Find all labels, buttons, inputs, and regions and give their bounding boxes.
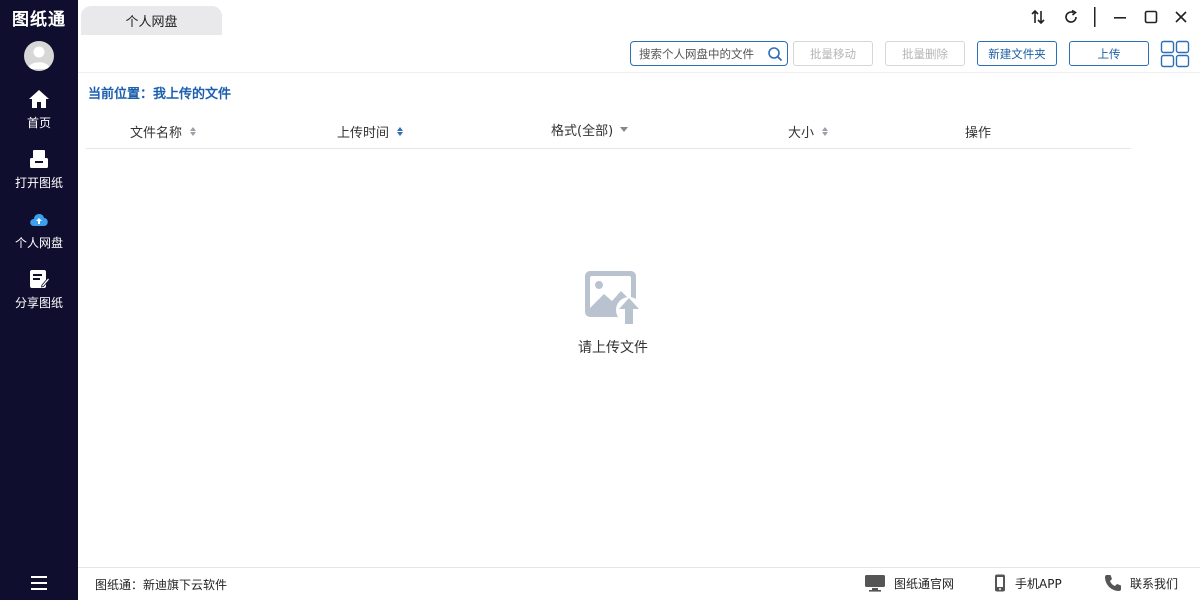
- minimize-icon[interactable]: [1110, 6, 1130, 28]
- open-drawing-icon: [28, 148, 50, 170]
- home-icon: [28, 88, 50, 110]
- breadcrumb-current[interactable]: 我上传的文件: [153, 87, 231, 102]
- footer-brand: 图纸通：新迪旗下云软件: [95, 578, 228, 592]
- telephone-icon: [1104, 574, 1122, 592]
- sort-icon: [190, 126, 197, 137]
- footer-link-label: 手机APP: [1015, 576, 1062, 591]
- breadcrumb-prefix: 当前位置：: [88, 87, 154, 102]
- column-header-actions: 操作: [965, 122, 991, 141]
- refresh-icon[interactable]: [1061, 6, 1081, 28]
- column-label: 上传时间: [337, 126, 390, 141]
- sidebar-item-label: 首页: [26, 115, 51, 130]
- batch-delete-button[interactable]: 批量删除: [885, 41, 965, 66]
- batch-move-button[interactable]: 批量移动: [793, 41, 873, 66]
- column-header-format[interactable]: 格式(全部): [551, 120, 629, 139]
- phone-icon: [993, 574, 1007, 592]
- transfer-icon[interactable]: [1028, 6, 1048, 28]
- sort-icon: [397, 126, 404, 137]
- column-header-upload-time[interactable]: 上传时间: [337, 122, 404, 141]
- footer-link-contact[interactable]: 联系我们: [1104, 574, 1178, 592]
- titlebar-divider: [1092, 6, 1098, 28]
- sidebar-item-share-drawing[interactable]: 分享图纸: [0, 259, 78, 319]
- footer-link-label: 联系我们: [1130, 576, 1179, 591]
- sidebar: 图纸通 首页 打开图纸 个人网盘 分享图纸: [0, 0, 78, 600]
- close-icon[interactable]: [1171, 6, 1191, 28]
- search-icon[interactable]: [767, 46, 783, 66]
- column-label: 大小: [788, 126, 815, 141]
- column-label: 操作: [965, 126, 992, 141]
- sidebar-item-cloud-drive[interactable]: 个人网盘: [0, 199, 78, 259]
- cloud-drive-icon: [28, 208, 50, 230]
- footer-link-website[interactable]: 图纸通官网: [864, 574, 954, 592]
- footer-link-mobile-app[interactable]: 手机APP: [993, 574, 1062, 592]
- maximize-icon[interactable]: [1141, 6, 1161, 28]
- sidebar-item-label: 个人网盘: [14, 235, 63, 250]
- image-upload-icon: [584, 270, 642, 326]
- sidebar-item-open-drawing[interactable]: 打开图纸: [0, 139, 78, 199]
- hamburger-menu-icon[interactable]: [27, 574, 51, 592]
- empty-state-text: 请上传文件: [578, 340, 648, 356]
- tab-personal-drive[interactable]: 个人网盘: [81, 6, 222, 35]
- footer: 图纸通：新迪旗下云软件 图纸通官网 手机APP 联系我们: [78, 567, 1200, 600]
- chevron-down-icon: [620, 127, 629, 132]
- sidebar-item-label: 打开图纸: [14, 175, 63, 190]
- app-logo: 图纸通: [12, 9, 66, 30]
- column-header-size[interactable]: 大小: [788, 122, 829, 141]
- grid-view-icon[interactable]: [1160, 40, 1190, 68]
- search-input[interactable]: [639, 46, 765, 61]
- upload-button[interactable]: 上传: [1069, 41, 1149, 66]
- sort-icon: [822, 126, 829, 137]
- column-header-file-name[interactable]: 文件名称: [130, 122, 197, 141]
- search-box: [630, 41, 788, 66]
- share-drawing-icon: [28, 268, 50, 290]
- table-header: 文件名称 上传时间 格式(全部) 大小 操作: [86, 113, 1131, 149]
- breadcrumb: 当前位置：我上传的文件: [88, 83, 231, 102]
- column-label: 格式(全部): [551, 124, 614, 139]
- new-folder-button[interactable]: 新建文件夹: [977, 41, 1057, 66]
- avatar[interactable]: [24, 41, 54, 71]
- sidebar-item-home[interactable]: 首页: [0, 79, 78, 139]
- footer-link-label: 图纸通官网: [894, 576, 955, 591]
- toolbar-divider: [78, 72, 1200, 73]
- monitor-icon: [864, 574, 886, 592]
- sidebar-item-label: 分享图纸: [14, 295, 63, 310]
- column-label: 文件名称: [130, 126, 183, 141]
